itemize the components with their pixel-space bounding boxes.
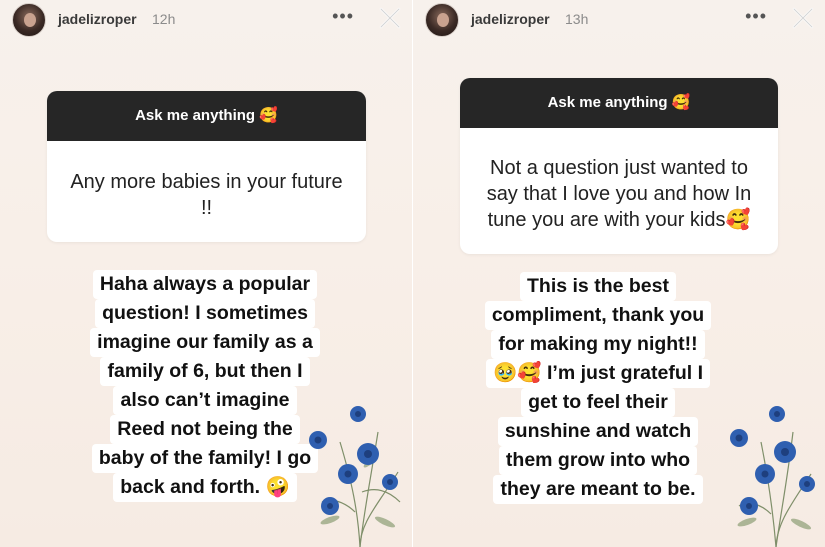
reply-line: This is the best: [520, 272, 676, 301]
reply-line: imagine our family as a: [90, 328, 320, 357]
question-sticker: Ask me anything 🥰 Not a question just wa…: [460, 78, 778, 254]
story-header: jadelizroper 12h •••: [0, 0, 412, 40]
reply-line: question! I sometimes: [95, 299, 315, 328]
question-header: Ask me anything 🥰: [460, 78, 778, 128]
avatar[interactable]: [12, 3, 46, 37]
reply-text: This is the best compliment, thank you f…: [433, 272, 763, 504]
username[interactable]: jadelizroper: [471, 11, 550, 27]
question-text: Not a question just wanted to say that I…: [486, 157, 752, 231]
question-sticker: Ask me anything 🥰 Any more babies in you…: [47, 91, 366, 242]
username[interactable]: jadelizroper: [58, 11, 137, 27]
reply-line: family of 6, but then I: [100, 357, 310, 386]
cornflower-decoration: [730, 406, 815, 547]
reply-line: sunshine and watch: [497, 417, 699, 446]
story-header: jadelizroper 13h •••: [413, 0, 825, 40]
post-time: 12h: [152, 11, 176, 27]
reply-line: them grow into who: [498, 446, 698, 475]
more-horizontal-icon[interactable]: •••: [745, 6, 767, 27]
question-text: Any more babies in your future !!: [70, 171, 343, 219]
reply-line: baby of the family! I go: [91, 444, 319, 473]
reply-line: for making my night!!: [491, 330, 705, 359]
reply-line: back and forth. 🤪: [113, 473, 297, 502]
cornflower-decoration: [309, 406, 401, 547]
more-horizontal-icon[interactable]: •••: [332, 6, 354, 27]
reply-line: get to feel their: [521, 388, 675, 417]
reply-line: also can’t imagine: [113, 386, 297, 415]
question-header: Ask me anything 🥰: [47, 91, 366, 141]
reply-line: compliment, thank you: [484, 301, 712, 330]
close-icon[interactable]: [791, 6, 815, 30]
story-panel-right: jadelizroper 13h ••• Ask me anything 🥰 N…: [413, 0, 825, 547]
story-panel-left: jadelizroper 12h ••• Ask me anything 🥰 A…: [0, 0, 412, 547]
reply-line: they are meant to be.: [493, 475, 703, 504]
post-time: 13h: [565, 11, 589, 27]
reply-line: Reed not being the: [110, 415, 300, 444]
avatar[interactable]: [425, 3, 459, 37]
close-icon[interactable]: [378, 6, 402, 30]
reply-line: 🥹🥰 I’m just grateful I: [486, 359, 710, 388]
reply-line: Haha always a popular: [92, 270, 318, 299]
